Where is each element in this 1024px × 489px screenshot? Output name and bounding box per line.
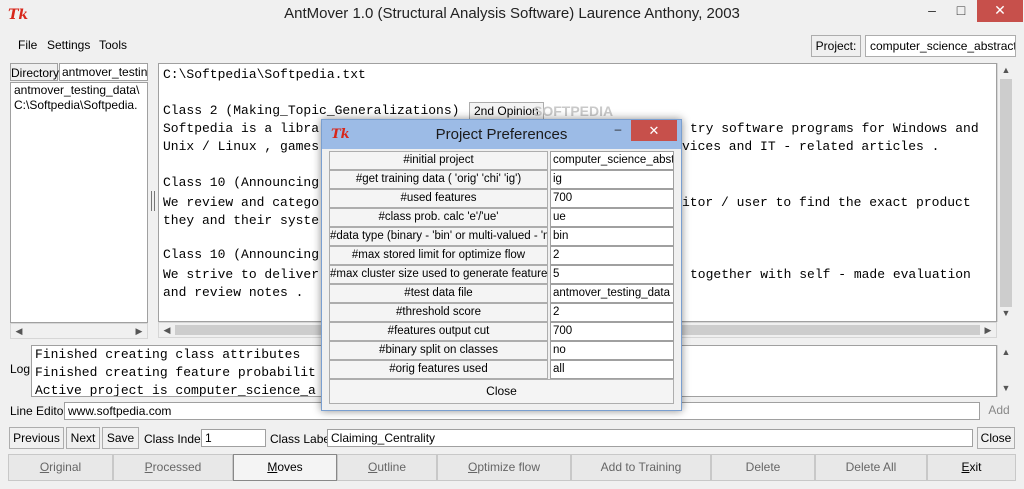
- pref-value-input[interactable]: 700: [550, 322, 674, 341]
- next-button[interactable]: Next: [66, 427, 100, 449]
- add-button[interactable]: Add: [983, 400, 1015, 421]
- scroll-right-icon[interactable]: ▶: [980, 323, 996, 338]
- scroll-left-icon[interactable]: ◀: [11, 324, 27, 339]
- class-heading: Class 2 (Making_Topic_Generalizations): [163, 103, 460, 118]
- list-item[interactable]: C:\Softpedia\Softpedia.: [11, 98, 147, 113]
- maximize-button[interactable]: □: [949, 0, 973, 22]
- delete-button[interactable]: Delete: [711, 454, 815, 481]
- pref-value-input[interactable]: bin: [550, 227, 674, 246]
- pref-value-input[interactable]: antmover_testing_data: [550, 284, 674, 303]
- delete-all-button[interactable]: Delete All: [815, 454, 927, 481]
- scroll-up-icon[interactable]: ▲: [998, 63, 1014, 78]
- pref-key[interactable]: #get training data ( 'orig' 'chi' 'ig'): [329, 170, 548, 189]
- menu-file[interactable]: File: [18, 38, 37, 52]
- exit-button[interactable]: Exit: [927, 454, 1016, 481]
- directory-label: Directory: [10, 63, 59, 81]
- log-label: Log: [10, 362, 31, 376]
- pref-key[interactable]: #used features: [329, 189, 548, 208]
- pref-value-input[interactable]: ue: [550, 208, 674, 227]
- pref-value-input[interactable]: computer_science_abstra: [550, 151, 674, 170]
- mode-tab-bar: Original Processed Moves Outline Optimiz…: [8, 454, 1016, 481]
- menu-tools[interactable]: Tools: [99, 38, 127, 52]
- scroll-up-icon[interactable]: ▲: [998, 345, 1014, 360]
- dialog-close-button[interactable]: Close: [329, 379, 674, 404]
- close-window-button[interactable]: ✕: [977, 0, 1023, 22]
- pref-value-input[interactable]: 2: [550, 303, 674, 322]
- pref-value-input[interactable]: no: [550, 341, 674, 360]
- pane-splitter[interactable]: [151, 191, 155, 211]
- class-label-input[interactable]: Claiming_Centrality: [327, 429, 973, 447]
- text-line: Softpedia is a libra: [163, 121, 320, 136]
- pref-key[interactable]: #max stored limit for optimize flow: [329, 246, 548, 265]
- directory-hscrollbar[interactable]: ◀ ▶: [10, 323, 148, 339]
- pref-key[interactable]: #max cluster size used to generate featu…: [329, 265, 548, 284]
- tab-optimize-flow[interactable]: Optimize flow: [437, 454, 571, 481]
- class-index-input[interactable]: 1: [201, 429, 266, 447]
- tab-processed[interactable]: Processed: [113, 454, 233, 481]
- pref-key[interactable]: #initial project: [329, 151, 548, 170]
- menu-settings[interactable]: Settings: [47, 38, 90, 52]
- pref-value-input[interactable]: 700: [550, 189, 674, 208]
- pref-key[interactable]: #orig features used: [329, 360, 548, 379]
- pref-value-input[interactable]: all: [550, 360, 674, 379]
- tab-original[interactable]: Original: [8, 454, 113, 481]
- dialog-title: Project Preferences: [435, 126, 568, 143]
- pref-value-input[interactable]: 2: [550, 246, 674, 265]
- title-bar: Tk AntMover 1.0 (Structural Analysis Sof…: [0, 0, 1024, 33]
- text-line: vices and IT - related articles .: [682, 139, 940, 154]
- project-field[interactable]: computer_science_abstracts: [865, 35, 1016, 57]
- text-line: together with self - made evaluation: [690, 267, 971, 282]
- scroll-left-icon[interactable]: ◀: [159, 323, 175, 338]
- pref-key[interactable]: #class prob. calc 'e'/'ue': [329, 208, 548, 227]
- tab-moves[interactable]: Moves: [233, 454, 337, 481]
- dialog-close-icon[interactable]: ✕: [631, 120, 677, 141]
- add-to-training-button[interactable]: Add to Training: [571, 454, 711, 481]
- minimize-button[interactable]: –: [917, 0, 947, 22]
- tab-outline[interactable]: Outline: [337, 454, 437, 481]
- directory-list[interactable]: antmover_testing_data\ C:\Softpedia\Soft…: [10, 82, 148, 323]
- pref-key[interactable]: #test data file: [329, 284, 548, 303]
- dialog-minimize-button[interactable]: –: [610, 122, 626, 136]
- pref-key[interactable]: #features output cut: [329, 322, 548, 341]
- dialog-title-bar: Tk Project Preferences – ✕: [322, 120, 681, 149]
- log-vscrollbar[interactable]: ▲ ▼: [997, 345, 1014, 397]
- pref-value-input[interactable]: 5: [550, 265, 674, 284]
- text-line: itor / user to find the exact product: [682, 195, 971, 210]
- document-vscrollbar[interactable]: ▲ ▼: [997, 63, 1014, 322]
- class-index-label: Class Index: [144, 432, 207, 446]
- pref-key[interactable]: #threshold score: [329, 303, 548, 322]
- scroll-thumb[interactable]: [1000, 79, 1012, 307]
- scroll-right-icon[interactable]: ▶: [131, 324, 147, 339]
- close-button[interactable]: Close: [977, 427, 1015, 449]
- save-button[interactable]: Save: [102, 427, 139, 449]
- watermark: SOFTPEDIA: [533, 103, 614, 119]
- text-line: We review and catego: [163, 195, 320, 210]
- list-item[interactable]: antmover_testing_data\: [11, 83, 147, 98]
- class-label-label: Class Label: [270, 432, 333, 446]
- scroll-down-icon[interactable]: ▼: [998, 381, 1014, 396]
- project-label: Project:: [811, 35, 861, 57]
- project-preferences-dialog: Tk Project Preferences – ✕ #initial proj…: [321, 119, 682, 411]
- line-editor-label: Line Editor: [10, 404, 68, 418]
- pref-value-input[interactable]: ig: [550, 170, 674, 189]
- text-line: We strive to deliver: [163, 267, 320, 282]
- directory-field[interactable]: antmover_testing_d: [59, 63, 148, 81]
- scroll-down-icon[interactable]: ▼: [998, 306, 1014, 321]
- text-line: try software programs for Windows and: [690, 121, 979, 136]
- window-title: AntMover 1.0 (Structural Analysis Softwa…: [284, 5, 740, 22]
- pref-key[interactable]: #data type (binary - 'bin' or multi-valu…: [329, 227, 548, 246]
- file-path: C:\Softpedia\Softpedia.txt: [163, 67, 366, 82]
- previous-button[interactable]: Previous: [9, 427, 64, 449]
- pref-key[interactable]: #binary split on classes: [329, 341, 548, 360]
- text-line: Unix / Linux , games: [163, 139, 320, 154]
